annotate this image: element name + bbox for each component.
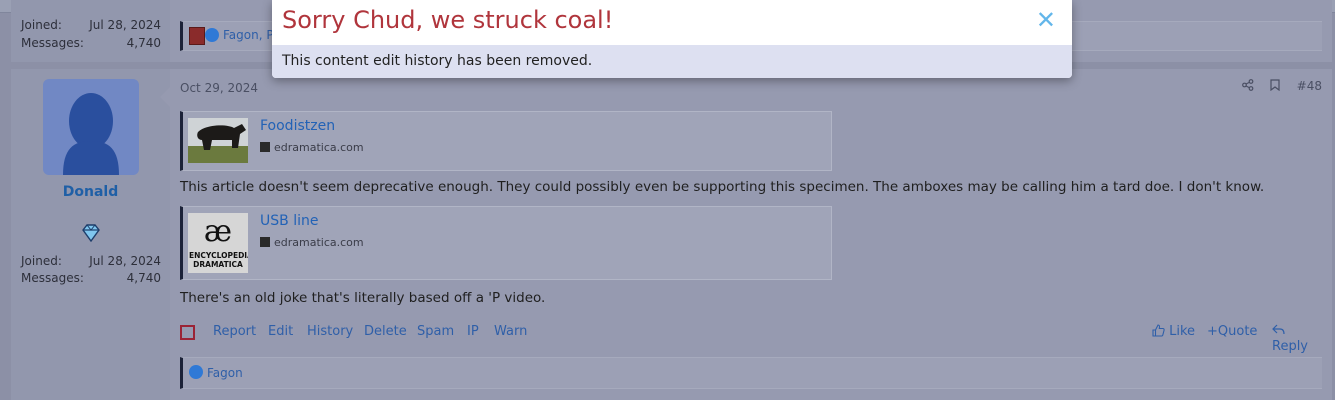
- joined-value: Jul 28, 2024: [89, 18, 161, 32]
- select-checkbox[interactable]: [180, 325, 195, 340]
- embed-thumbnail: [188, 118, 248, 163]
- logo-text: ENCYCLOPEDIA DRAMATICA: [189, 251, 248, 269]
- post-main: Oct 29, 2024 #48 Foodistzen edramatica.c…: [160, 69, 1332, 400]
- previous-post-user-cell: Joined: Jul 28, 2024 Messages: 4,740: [11, 0, 170, 62]
- like-button[interactable]: Like: [1152, 324, 1195, 339]
- messages-label: Messages:: [21, 36, 84, 50]
- close-icon[interactable]: ✕: [1036, 6, 1056, 34]
- reactions-bar: Fagon: [180, 357, 1322, 389]
- reply-label: Reply: [1272, 339, 1309, 354]
- quote-label: Quote: [1217, 324, 1258, 339]
- link-embed[interactable]: Foodistzen edramatica.com: [180, 111, 832, 171]
- modal-title: Sorry Chud, we struck coal!: [282, 6, 614, 34]
- spam-link[interactable]: Spam: [417, 324, 454, 339]
- site-favicon-icon: [260, 237, 270, 247]
- like-reaction-icon: [205, 28, 219, 42]
- quote-button[interactable]: +Quote: [1207, 324, 1257, 339]
- thumbs-up-icon: [1152, 324, 1165, 337]
- reply-arrow-icon: [1272, 324, 1285, 335]
- link-embed[interactable]: æ ENCYCLOPEDIA DRAMATICA USB line edrama…: [180, 206, 832, 280]
- ip-link[interactable]: IP: [467, 324, 479, 339]
- post-paragraph: This article doesn't seem deprecative en…: [180, 179, 1265, 195]
- diamond-badge-icon: [82, 224, 100, 242]
- post-arrow: [160, 87, 170, 107]
- like-reaction-icon: [189, 365, 203, 379]
- history-link[interactable]: History: [307, 324, 353, 339]
- modal-header: Sorry Chud, we struck coal! ✕: [272, 0, 1072, 45]
- share-icon[interactable]: [1242, 79, 1254, 94]
- edit-link[interactable]: Edit: [268, 324, 293, 339]
- modal-body: This content edit history has been remov…: [272, 45, 1072, 78]
- post-date[interactable]: Oct 29, 2024: [180, 81, 258, 95]
- trophy-reaction-icon: [189, 27, 205, 45]
- joined-label: Joined:: [21, 18, 62, 32]
- error-modal: Sorry Chud, we struck coal! ✕ This conte…: [272, 0, 1072, 78]
- encyclopedia-dramatica-logo: æ ENCYCLOPEDIA DRAMATICA: [188, 213, 248, 273]
- warn-link[interactable]: Warn: [494, 324, 527, 339]
- post-paragraph: There's an old joke that's literally bas…: [180, 290, 546, 306]
- bookmark-icon[interactable]: [1270, 79, 1280, 94]
- post-tools: #48: [1242, 79, 1322, 95]
- messages-value: 4,740: [126, 271, 161, 285]
- embed-site: edramatica.com: [260, 236, 364, 249]
- username[interactable]: Donald: [11, 184, 170, 200]
- report-link[interactable]: Report: [213, 324, 256, 339]
- site-favicon-icon: [260, 142, 270, 152]
- messages-label: Messages:: [21, 271, 84, 285]
- like-label: Like: [1169, 324, 1196, 339]
- embed-title[interactable]: USB line: [260, 213, 318, 229]
- post: Donald Joined: Jul 28, 2024 Messages: 4,…: [11, 69, 1332, 400]
- avatar-silhouette-icon: [63, 93, 119, 175]
- embed-site: edramatica.com: [260, 141, 364, 154]
- joined-label: Joined:: [21, 254, 62, 268]
- reply-button[interactable]: Reply: [1272, 324, 1322, 354]
- embed-title[interactable]: Foodistzen: [260, 118, 335, 134]
- joined-value: Jul 28, 2024: [89, 254, 161, 268]
- delete-link[interactable]: Delete: [364, 324, 407, 339]
- logo-glyph: æ: [203, 214, 233, 249]
- post-action-bar: Report Edit History Delete Spam IP Warn …: [180, 324, 1322, 354]
- avatar[interactable]: [43, 79, 139, 175]
- post-user-cell: Donald Joined: Jul 28, 2024 Messages: 4,…: [11, 69, 170, 400]
- plus-icon: +: [1207, 324, 1218, 339]
- embed-site-label: edramatica.com: [274, 141, 364, 154]
- reactions-list[interactable]: Fagon: [207, 366, 243, 380]
- embed-site-label: edramatica.com: [274, 236, 364, 249]
- messages-value: 4,740: [126, 36, 161, 50]
- modal-message: This content edit history has been remov…: [282, 53, 593, 69]
- post-number[interactable]: #48: [1297, 79, 1322, 93]
